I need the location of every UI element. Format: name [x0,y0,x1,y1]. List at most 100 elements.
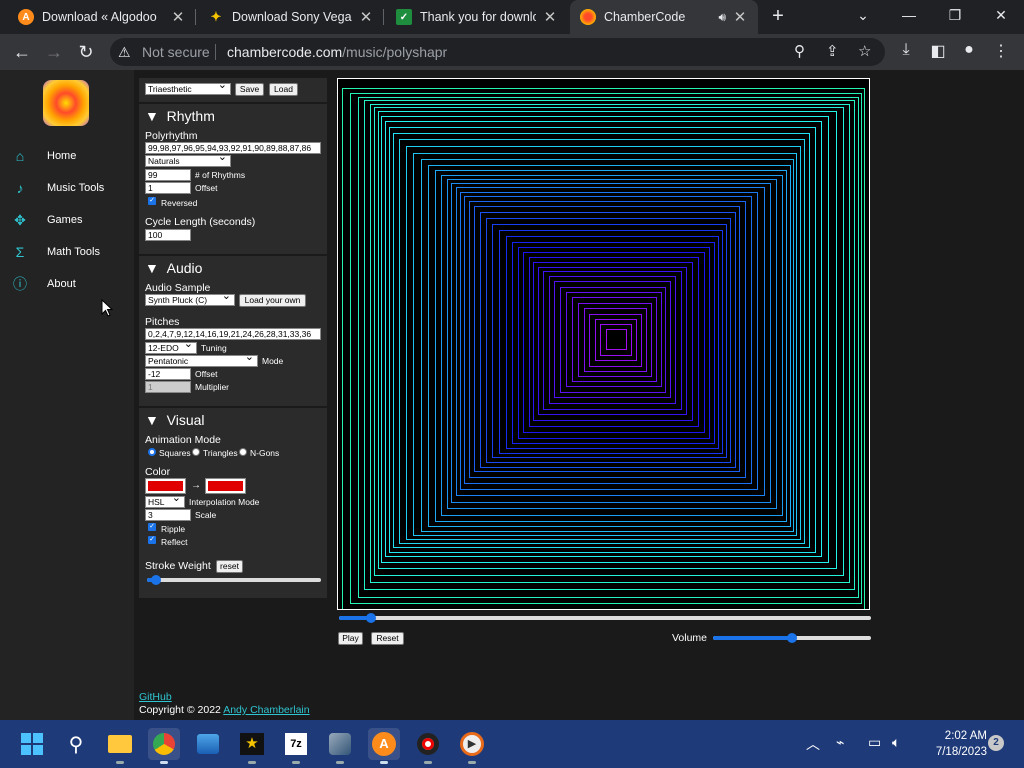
close-icon[interactable]: ✕ [358,8,374,26]
tab-separator [195,9,196,25]
footer-github: GitHub [139,691,172,703]
back-button[interactable]: ← [10,40,34,64]
sidebar-item-music-tools[interactable]: ♪ Music Tools [0,176,134,200]
address-bar[interactable]: ⚠ Not secure chambercode.com/music/polys… [110,38,885,66]
sidebar-item-games[interactable]: ✥ Games [0,208,134,232]
minimize-button[interactable]: — [886,0,932,30]
clock-time: 2:02 AM [944,730,987,742]
multiplier-input[interactable]: 1 [145,381,191,393]
play-button[interactable]: Play [338,632,363,645]
sequence-select[interactable]: Naturals [145,155,231,167]
sidebar-item-home[interactable]: ⌂ Home [0,144,134,168]
sidebar-item-math-tools[interactable]: Σ Math Tools [0,240,134,264]
slider-thumb[interactable] [366,613,376,623]
warning-icon[interactable]: ⚠ [118,44,131,61]
footer-copyright: Copyright © 2022 Andy Chamberlain [139,704,310,716]
vegas-app-icon[interactable]: ★ [236,728,268,764]
collapse-triangle-icon: ▼ [145,412,159,428]
forward-button[interactable]: → [42,40,66,64]
site-logo[interactable] [43,80,89,126]
color-start-swatch[interactable] [145,478,186,494]
browser-toolbar: ← → ↻ ⚠ Not secure chambercode.com/music… [0,34,1024,70]
tab-search-icon[interactable]: ⌄ [840,0,886,30]
polyrhythm-input[interactable]: 99,98,97,96,95,94,93,92,91,90,89,88,87,8… [145,142,321,154]
menu-icon[interactable]: ⋮ [990,41,1012,61]
restore-button[interactable]: ❐ [932,0,978,30]
tuning-select[interactable]: 12-EDO [145,342,197,354]
chevron-up-icon[interactable]: ︿ [806,734,820,754]
progress-slider[interactable] [339,613,871,623]
profile-icon[interactable]: ● [958,41,980,59]
author-link[interactable]: Andy Chamberlain [223,704,309,716]
7zip-icon[interactable]: 7z [280,728,312,764]
squares-radio[interactable] [148,448,156,456]
speaker-icon[interactable]: 🔊︎ [718,10,726,25]
pitch-offset-input[interactable]: -12 [145,368,191,380]
slider-thumb[interactable] [787,633,797,643]
windows-start-icon[interactable] [16,728,48,760]
display-icon[interactable]: ▭ [868,734,881,751]
ngons-label: N-Gons [250,448,280,458]
close-icon[interactable]: ✕ [170,8,186,26]
search-icon[interactable]: ⚲ [60,728,92,760]
mode-select[interactable]: Pentatonic [145,355,258,367]
algodoo-app-icon[interactable]: A [368,728,400,764]
rhythm-offset-input[interactable]: 1 [145,182,191,194]
close-window-button[interactable]: ✕ [978,0,1024,30]
tab-sony-vegas[interactable]: ✦ Download Sony Vegas ✕ [198,0,384,34]
url-text[interactable]: chambercode.com/music/polyshapr [227,44,447,60]
reload-button[interactable]: ↻ [74,40,98,64]
stroke-reset-button[interactable]: reset [216,560,243,573]
zoom-icon[interactable]: ⚲ [794,42,805,60]
sidebar-item-about[interactable]: ⓘ About [0,272,134,296]
color-end-swatch[interactable] [205,478,246,494]
new-tab-button[interactable]: + [768,5,788,29]
system-clock[interactable]: 2:02 AM 7/18/2023 [917,728,987,760]
app-installer-icon[interactable] [324,728,356,764]
tab-chambercode[interactable]: ChamberCode 🔊︎ ✕ [570,0,758,34]
mouse-cursor-icon [101,299,113,317]
preset-select[interactable]: Triaesthetic [145,83,231,95]
reset-button[interactable]: Reset [371,632,404,645]
file-explorer-icon[interactable] [104,728,136,764]
download-icon[interactable]: ⤓ [895,41,917,59]
close-icon[interactable]: ✕ [542,8,558,26]
ngons-radio[interactable] [239,448,247,456]
visual-header[interactable]: ▼ Visual [145,412,205,428]
sidebar-item-label: Games [47,214,83,226]
rhythm-header[interactable]: ▼ Rhythm [145,108,215,124]
bookmark-star-icon[interactable]: ☆ [858,42,871,60]
github-link[interactable]: GitHub [139,691,172,703]
recorder-icon[interactable] [412,728,444,764]
tab-thank-you[interactable]: ✓ Thank you for downloa ✕ [386,0,568,34]
scale-input[interactable]: 3 [145,509,191,521]
photos-icon[interactable] [192,728,224,760]
chambercode-icon [580,9,596,25]
load-button[interactable]: Load [269,83,298,96]
volume-icon[interactable]: 🔈︎ [892,734,900,751]
cycle-length-input[interactable]: 100 [145,229,191,241]
triangles-radio[interactable] [192,448,200,456]
close-icon[interactable]: ✕ [732,8,748,26]
side-panel-icon[interactable]: ◧ [927,41,949,61]
media-player-icon[interactable]: ▶ [456,728,488,764]
audio-header[interactable]: ▼ Audio [145,260,202,276]
reversed-checkbox[interactable]: ✓ [148,197,156,205]
pitches-input[interactable]: 0,2,4,7,9,12,14,16,19,21,24,26,28,31,33,… [145,328,321,340]
slider-thumb[interactable] [151,575,161,585]
volume-slider[interactable] [713,633,871,643]
visualizer-canvas[interactable] [337,78,870,610]
reflect-checkbox[interactable]: ✓ [148,536,156,544]
load-your-own-button[interactable]: Load your own [239,294,306,307]
network-icon[interactable]: ⌁ [836,734,844,751]
audio-sample-select[interactable]: Synth Pluck (C) [145,294,235,306]
rhythm-count-input[interactable]: 99 [145,169,191,181]
ripple-checkbox[interactable]: ✓ [148,523,156,531]
interpolation-select[interactable]: HSL [145,496,185,508]
save-button[interactable]: Save [235,83,264,96]
notification-badge[interactable]: 2 [988,735,1004,751]
stroke-weight-slider[interactable] [147,575,321,585]
chrome-icon[interactable] [148,728,180,764]
share-icon[interactable]: ⇪ [826,42,839,60]
tab-algodoo[interactable]: A Download « Algodoo ✕ [8,0,196,34]
